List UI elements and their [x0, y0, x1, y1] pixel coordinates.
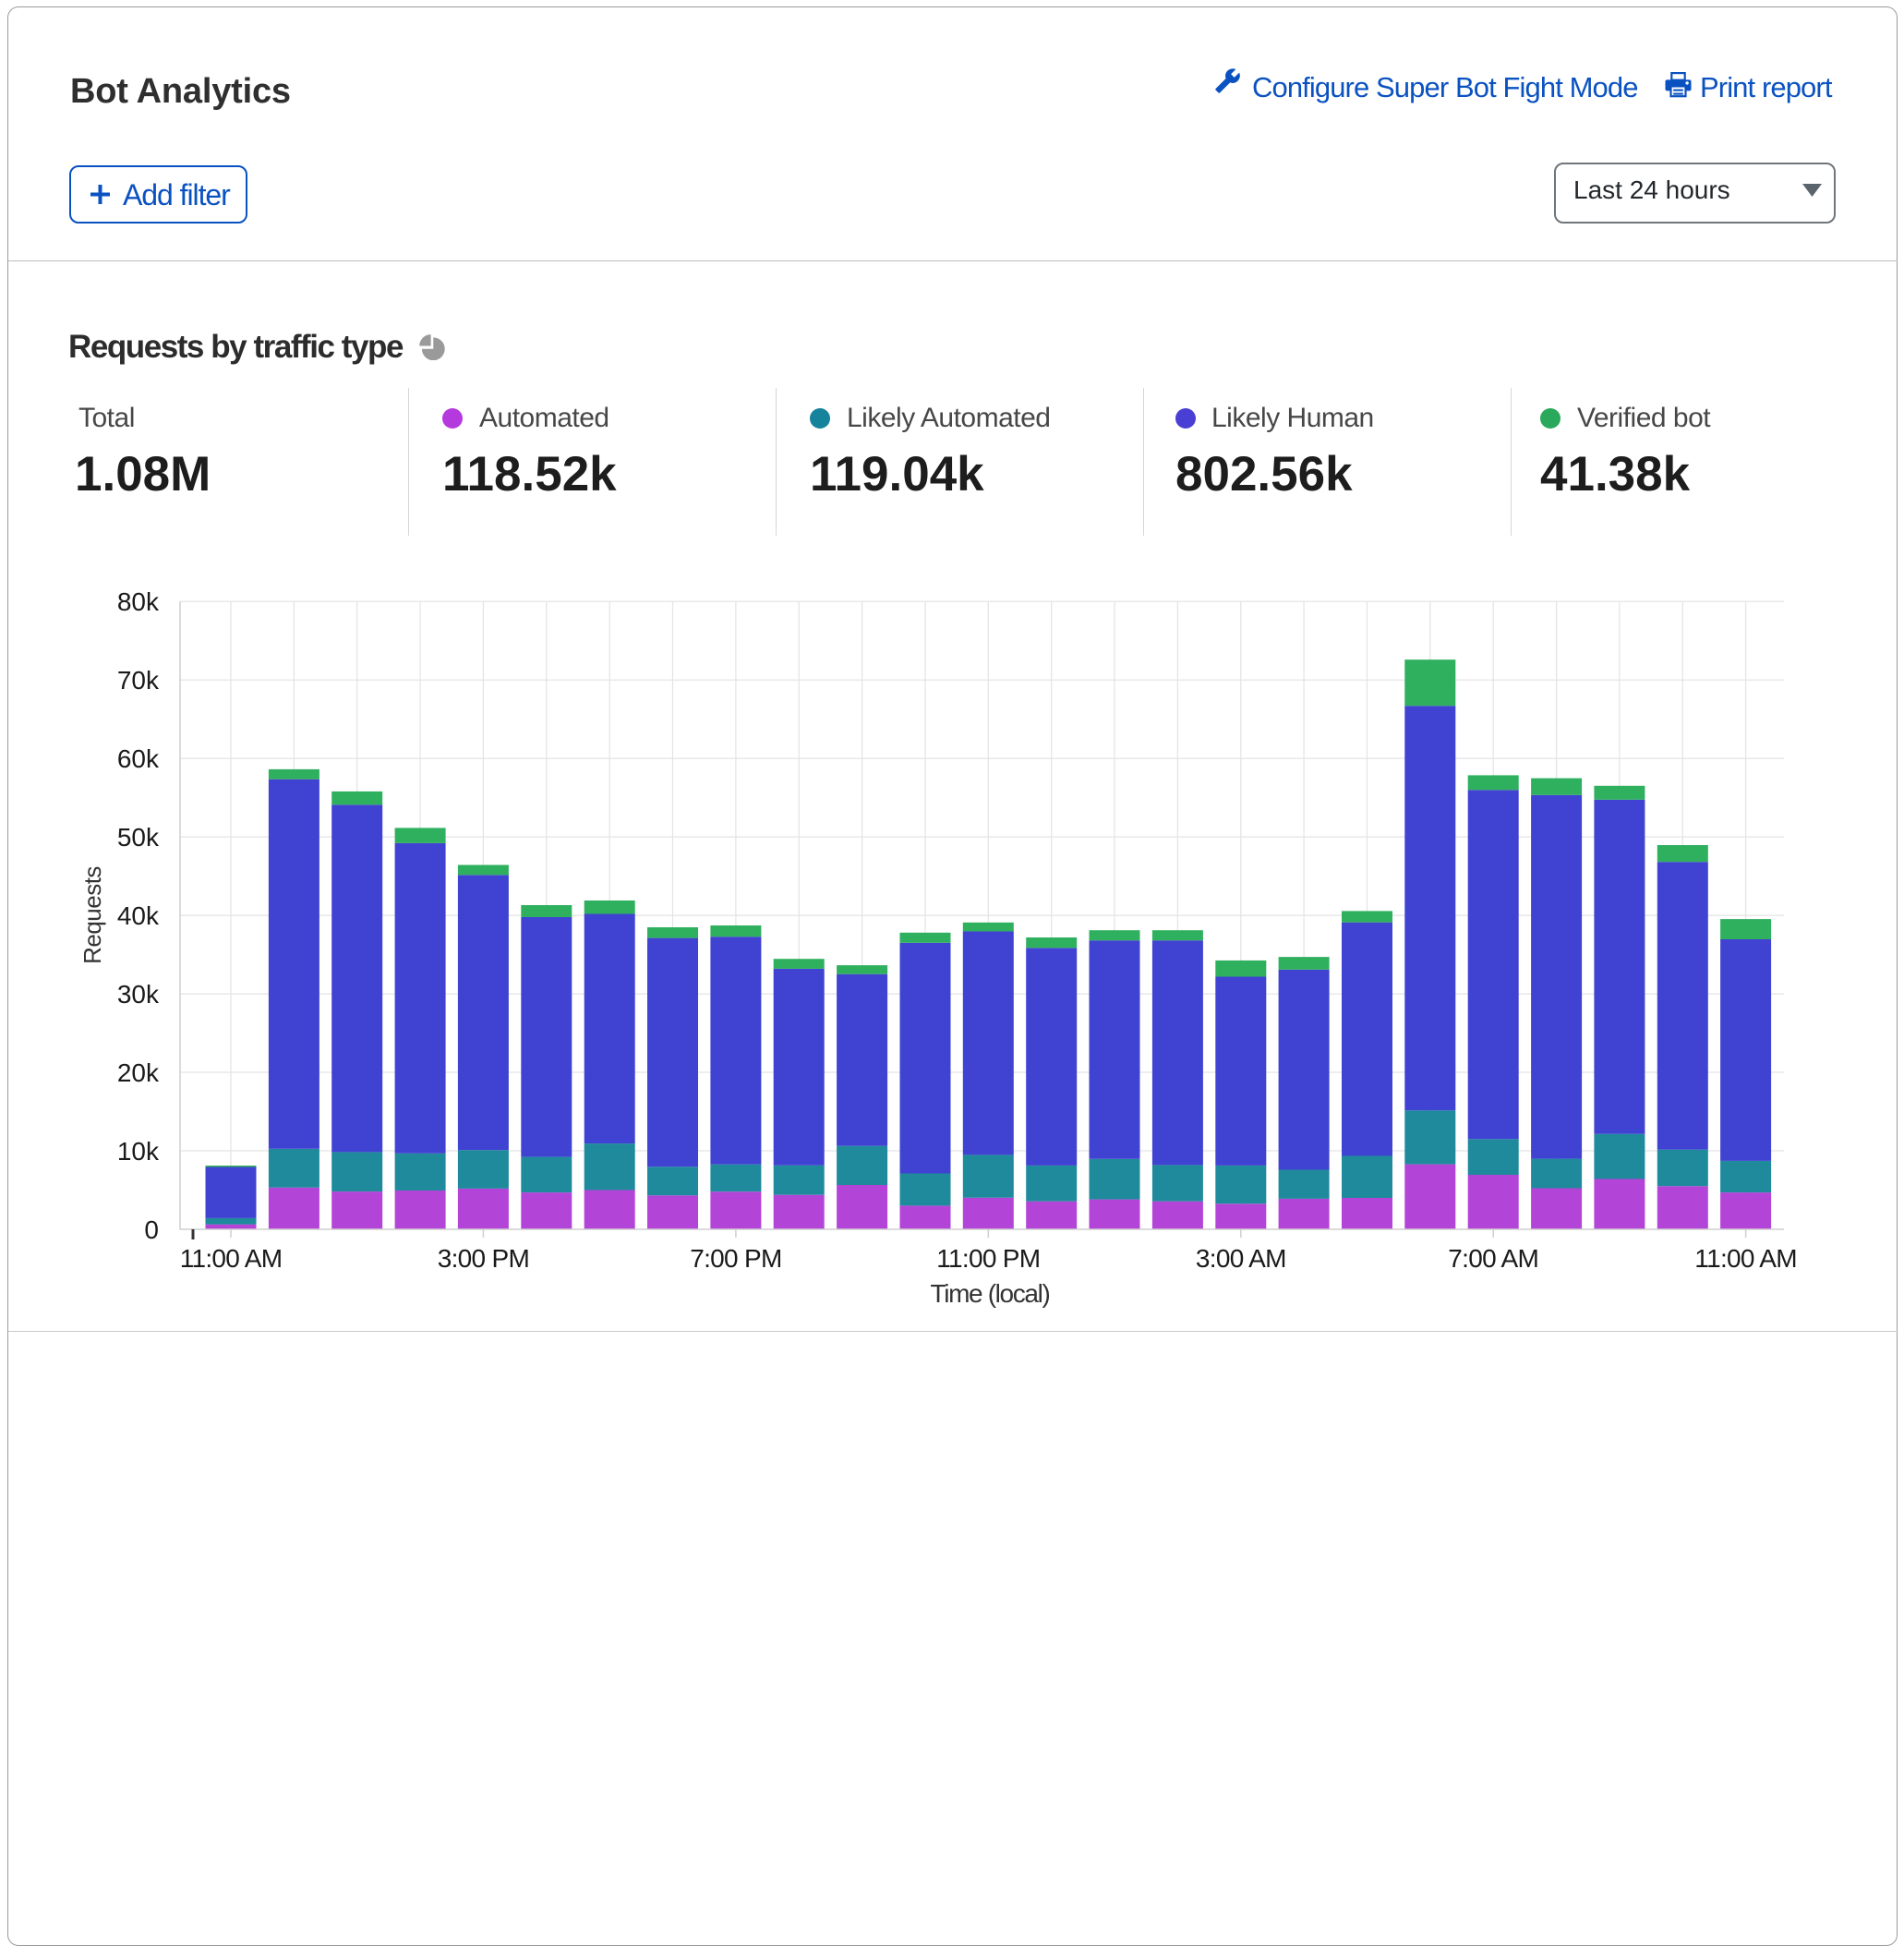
svg-text:20k: 20k — [117, 1058, 160, 1087]
svg-text:11:00 AM: 11:00 AM — [1694, 1244, 1797, 1273]
svg-text:11:00 PM: 11:00 PM — [936, 1244, 1040, 1273]
svg-text:60k: 60k — [117, 744, 160, 773]
svg-text:30k: 30k — [117, 980, 160, 1009]
svg-text:70k: 70k — [117, 666, 160, 695]
svg-text:40k: 40k — [117, 901, 160, 930]
svg-text:0: 0 — [144, 1215, 159, 1244]
svg-text:10k: 10k — [117, 1137, 160, 1166]
svg-text:7:00 AM: 7:00 AM — [1448, 1244, 1538, 1273]
svg-text:Time (local): Time (local) — [931, 1279, 1050, 1308]
svg-text:11:00 AM: 11:00 AM — [180, 1244, 283, 1273]
svg-text:80k: 80k — [117, 587, 160, 616]
svg-text:3:00 PM: 3:00 PM — [438, 1244, 529, 1273]
svg-text:50k: 50k — [117, 823, 160, 852]
svg-text:7:00 PM: 7:00 PM — [690, 1244, 781, 1273]
svg-text:Requests: Requests — [78, 866, 106, 964]
svg-text:3:00 AM: 3:00 AM — [1196, 1244, 1286, 1273]
